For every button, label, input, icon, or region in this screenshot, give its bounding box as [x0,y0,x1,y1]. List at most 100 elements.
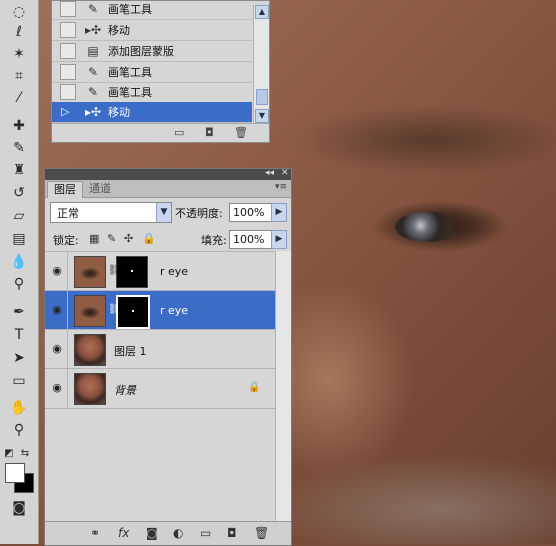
layer-thumbnail[interactable] [74,256,106,288]
lock-icon: 🔒 [248,382,261,393]
history-item[interactable]: ✎ 画笔工具 [52,0,252,20]
layer-name[interactable]: 背景 [114,382,136,398]
layer-mask-thumbnail[interactable] [116,295,150,329]
layer-mask-icon: ▤ [87,44,99,58]
marquee-tool-icon[interactable]: ◌ [8,2,30,22]
divider [67,252,68,291]
clone-stamp-tool-icon[interactable]: ♜ [8,160,30,180]
brush-icon: ✎ [87,85,99,99]
opacity-label: 不透明度: [175,207,223,220]
blend-mode-select[interactable]: 正常 ▼ [50,202,172,223]
opacity-slider-icon[interactable]: ▶ [271,203,287,222]
default-colors-icon[interactable]: ◩ [2,444,16,464]
visibility-eye-icon[interactable]: ◉ [50,381,64,395]
history-panel: ✎ 画笔工具 ▸✣ 移动 ▤ 添加图层蒙版 ✎ 画笔工具 ✎ 画笔工具 ▷ ▸✣… [51,0,270,143]
history-item-label: 画笔工具 [108,66,152,79]
blur-tool-icon[interactable]: 💧 [8,252,30,272]
layer-row-selected[interactable]: ◉ ⛓ r eye [45,290,275,330]
lasso-tool-icon[interactable]: ℓ [8,22,30,42]
layer-name[interactable]: r eye [160,304,188,317]
link-layers-icon[interactable]: ⚭ [90,526,100,540]
close-icon[interactable]: ✕ [281,168,289,178]
tab-channels[interactable]: 通道 [83,181,117,197]
visibility-eye-icon[interactable]: ◉ [50,303,64,317]
layer-row[interactable]: ◉ ⛓ r eye [45,251,275,291]
history-snapshot-checkbox[interactable] [60,43,76,59]
history-footer: ▭ ◘ 🗑 [52,123,269,142]
scroll-down-icon[interactable]: ▼ [255,109,269,123]
eraser-tool-icon[interactable]: ▱ [8,206,30,226]
foreground-color-swatch[interactable] [5,463,25,483]
history-brush-tool-icon[interactable]: ↺ [8,183,30,203]
collapse-icon[interactable]: ◂◂ [265,168,274,178]
add-mask-icon[interactable]: ◙ [146,526,158,540]
dodge-tool-icon[interactable]: ⚲ [8,274,30,294]
gradient-tool-icon[interactable]: ▤ [8,229,30,249]
history-item[interactable]: ▤ 添加图层蒙版 [52,41,252,62]
type-tool-icon[interactable]: T [8,325,30,345]
scroll-thumb[interactable] [256,89,268,105]
layer-style-icon[interactable]: fx [118,526,129,540]
history-snapshot-checkbox[interactable] [60,64,76,80]
panel-menu-icon[interactable]: ▾≡ [275,182,287,192]
layers-scrollbar[interactable] [275,251,291,521]
fill-label: 填充: [201,234,227,247]
history-snapshot-checkbox[interactable] [60,22,76,38]
opacity-field[interactable]: 100% [229,203,272,222]
visibility-eye-icon[interactable]: ◉ [50,342,64,356]
blend-mode-value: 正常 [57,207,79,220]
delete-state-icon[interactable]: 🗑 [234,126,248,139]
lock-position-icon[interactable]: ✣ [124,232,133,245]
history-item[interactable]: ▸✣ 移动 [52,20,252,41]
history-item-label: 画笔工具 [108,86,152,99]
history-item[interactable]: ✎ 画笔工具 [52,62,252,83]
history-state-marker-icon[interactable]: ▷ [60,104,76,120]
tab-layers[interactable]: 图层 [47,181,83,198]
divider [67,291,68,330]
history-snapshot-checkbox[interactable] [60,84,76,100]
layer-row[interactable]: ◉ 背景 🔒 [45,368,275,409]
scroll-up-icon[interactable]: ▲ [255,5,269,19]
lock-image-pixels-icon[interactable]: ✎ [107,232,116,245]
history-item-selected[interactable]: ▷ ▸✣ 移动 [52,102,252,123]
eyedropper-tool-icon[interactable]: ⁄ [8,88,30,108]
layer-name[interactable]: 图层 1 [114,343,147,359]
fill-field[interactable]: 100% [229,230,272,249]
brush-icon: ✎ [87,2,99,16]
lock-all-icon[interactable]: 🔒 [142,232,156,245]
layer-thumbnail[interactable] [74,373,106,405]
visibility-eye-icon[interactable]: ◉ [50,264,64,278]
swap-colors-icon[interactable]: ⇆ [18,444,32,464]
fill-slider-icon[interactable]: ▶ [271,230,287,249]
new-group-icon[interactable]: ▭ [200,526,211,540]
lock-transparent-pixels-icon[interactable]: ▦ [89,232,99,245]
crop-tool-icon[interactable]: ⌗ [8,66,30,86]
adjustment-layer-icon[interactable]: ◐ [173,526,183,540]
history-item[interactable]: ✎ 画笔工具 [52,82,252,103]
new-layer-icon[interactable]: ◘ [227,526,237,540]
layer-name[interactable]: r eye [160,265,188,278]
shape-tool-icon[interactable]: ▭ [8,371,30,391]
quick-mask-icon[interactable]: ◙ [8,498,30,518]
tools-panel: ◌ ℓ ✶ ⌗ ⁄ ✚ ✎ ♜ ↺ ▱ ▤ 💧 ⚲ ✒ T ➤ ▭ ✋ ⚲ ◩ … [0,0,39,544]
panel-title-bar[interactable]: ◂◂ ✕ [45,168,291,180]
path-select-tool-icon[interactable]: ➤ [8,348,30,368]
chevron-down-icon[interactable]: ▼ [156,203,171,222]
delete-layer-icon[interactable]: 🗑 [254,526,269,540]
layer-thumbnail[interactable] [74,295,106,327]
hand-tool-icon[interactable]: ✋ [8,398,30,418]
quick-select-tool-icon[interactable]: ✶ [8,44,30,64]
layer-mask-thumbnail[interactable] [116,256,148,288]
move-icon: ▸✣ [84,23,102,37]
healing-brush-tool-icon[interactable]: ✚ [8,116,30,136]
brush-tool-icon[interactable]: ✎ [8,138,30,158]
pen-tool-icon[interactable]: ✒ [8,302,30,322]
layer-row[interactable]: ◉ 图层 1 [45,329,275,369]
history-snapshot-checkbox[interactable] [60,1,76,17]
new-snapshot-icon[interactable]: ◘ [205,126,214,139]
zoom-tool-icon[interactable]: ⚲ [8,420,30,440]
new-document-from-state-icon[interactable]: ▭ [174,126,184,139]
history-scrollbar[interactable]: ▲ ▼ [253,5,269,123]
layer-thumbnail[interactable] [74,334,106,366]
lock-label: 锁定: [53,234,79,247]
